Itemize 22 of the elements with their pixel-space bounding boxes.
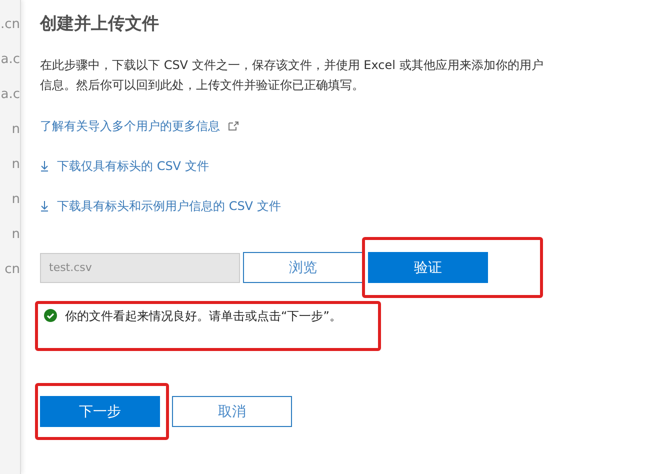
background-text: .cn xyxy=(0,16,20,33)
background-text: n xyxy=(12,191,20,208)
background-text: n xyxy=(12,121,20,138)
status-message: 你的文件看起来情况良好。请单击或点击“下一步”。 xyxy=(65,308,342,325)
check-icon xyxy=(44,309,57,322)
info-link[interactable]: 了解有关导入多个用户的更多信息 xyxy=(40,118,220,134)
cancel-button[interactable]: 取消 xyxy=(172,396,292,427)
download-link[interactable]: 下载具有标头和示例用户信息的 CSV 文件 xyxy=(57,198,281,214)
background-text: n xyxy=(12,156,20,173)
background-text: cn xyxy=(4,261,20,278)
external-link-icon xyxy=(228,121,239,131)
description: 在此步骤中，下载以下 CSV 文件之一，保存该文件，并使用 Excel 或其他应用来添加你的用户信息。然后你可以回到此处，上传文件并验证你已正确填写。 xyxy=(40,57,544,94)
download-icon xyxy=(40,160,49,172)
browse-button[interactable]: 浏览 xyxy=(243,252,363,283)
background-text: a.c xyxy=(0,86,20,103)
download-link[interactable]: 下载仅具有标头的 CSV 文件 xyxy=(57,158,209,174)
background-text: a.c xyxy=(0,51,20,68)
panel-title: 创建并上传文件 xyxy=(40,13,160,35)
validate-button[interactable]: 验证 xyxy=(368,252,488,283)
next-button[interactable]: 下一步 xyxy=(40,396,160,427)
download-icon xyxy=(40,200,49,212)
background-text: n xyxy=(12,226,20,243)
